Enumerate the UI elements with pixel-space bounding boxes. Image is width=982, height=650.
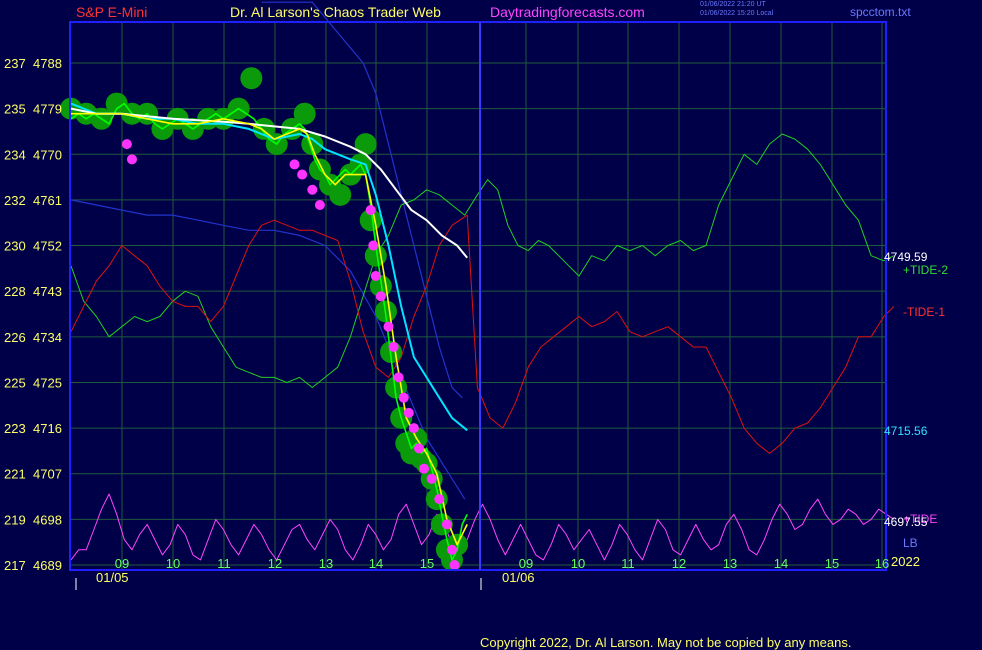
tide1-label: -TIDE-1 <box>903 305 945 319</box>
green-marker <box>293 102 316 125</box>
magenta-marker <box>393 372 404 383</box>
y-label-left: 223 <box>4 421 26 436</box>
y-label-left: 221 <box>4 467 26 482</box>
y-label-right: 4707 <box>33 467 62 482</box>
magenta-marker <box>426 473 437 484</box>
y-label-left: 217 <box>4 558 26 573</box>
y-label-right: 4788 <box>33 56 62 71</box>
y-label-left: 228 <box>4 284 26 299</box>
y-label-left: 226 <box>4 330 26 345</box>
magenta-marker <box>370 270 381 281</box>
green-marker <box>329 183 352 206</box>
y-label-right: 4716 <box>33 421 62 436</box>
magenta-marker <box>413 443 424 454</box>
x-hour-label: 10 <box>571 556 585 571</box>
y-label-left: 219 <box>4 512 26 527</box>
magenta-marker <box>449 560 460 570</box>
magenta-marker <box>383 321 394 332</box>
chart-background <box>0 0 982 650</box>
magenta-marker <box>388 341 399 352</box>
y-label-left: 237 <box>4 56 26 71</box>
ma-mid-label: 4715.56 <box>884 424 928 438</box>
magenta-marker <box>447 544 457 555</box>
green-marker <box>354 133 377 156</box>
magenta-marker <box>375 291 386 302</box>
x-hour-label: 14 <box>369 556 383 571</box>
last-price-label: 4749.59 <box>884 250 928 264</box>
chart: 237 4788 235 4779 234 4770 232 4761 230 4752 228 47… <box>0 0 982 650</box>
magenta-marker <box>419 463 430 474</box>
file-label: spcctom.txt <box>850 5 911 19</box>
date-label: 01/05 <box>96 570 129 585</box>
y-label-left: 234 <box>4 147 26 162</box>
x-hour-label: 11 <box>621 556 635 571</box>
y-label-right: 4734 <box>33 330 62 345</box>
magenta-marker <box>121 139 132 150</box>
copyright: Copyright 2022, Dr. Al Larson. May not b… <box>480 635 852 650</box>
time-ut: 01/06/2022 21:20 UT <box>700 1 766 8</box>
y-label-right: 4752 <box>33 239 62 254</box>
y-label-right: 4761 <box>33 193 62 208</box>
y-label-right: 4743 <box>33 284 62 299</box>
y-label-left: 235 <box>4 102 26 117</box>
magenta-marker <box>403 407 414 418</box>
magenta-marker <box>368 240 379 251</box>
y-label-right: 4689 <box>33 558 62 573</box>
ma-fast-label: 4697.55 <box>884 515 928 529</box>
magenta-marker <box>408 423 419 434</box>
magenta-marker <box>365 205 376 216</box>
y-label-right: 4779 <box>33 102 62 117</box>
x-hour-label: 12 <box>268 556 282 571</box>
x-hour-label: 15 <box>420 556 434 571</box>
y-label-left: 232 <box>4 193 26 208</box>
site-link[interactable]: Daytradingforecasts.com <box>490 4 645 20</box>
y-label-left: 230 <box>4 239 26 254</box>
magenta-marker <box>297 169 308 180</box>
y-label-right: 4725 <box>33 375 62 390</box>
date-label: 01/06 <box>502 570 535 585</box>
x-hour-label: 14 <box>774 556 788 571</box>
magenta-marker <box>126 154 137 165</box>
y-label-right: 4698 <box>33 512 62 527</box>
magenta-marker <box>314 199 325 210</box>
x-hour-label: 15 <box>825 556 839 571</box>
magenta-marker <box>398 392 409 403</box>
chart-title: Dr. Al Larson's Chaos Trader Web <box>230 4 441 20</box>
x-hour-label: 16 <box>875 556 889 571</box>
symbol-label: S&P E-Mini <box>76 4 148 20</box>
x-hour-label: 12 <box>672 556 686 571</box>
magenta-marker <box>307 184 318 195</box>
x-hour-label: 13 <box>723 556 737 571</box>
year-label: 2022 <box>891 554 920 569</box>
magenta-marker <box>441 519 452 530</box>
y-label-right: 4770 <box>33 147 62 162</box>
magenta-marker <box>434 494 445 505</box>
lb-label: LB <box>903 536 918 550</box>
magenta-marker <box>289 159 300 170</box>
x-hour-label: 13 <box>319 556 333 571</box>
green-marker <box>240 67 263 90</box>
x-hour-label: 09 <box>519 556 533 571</box>
x-hour-label: 10 <box>166 556 180 571</box>
time-local: 01/06/2022 15:20 Local <box>700 10 774 17</box>
x-hour-label: 11 <box>217 556 231 571</box>
x-hour-label: 09 <box>115 556 129 571</box>
tide2-label: +TIDE-2 <box>903 263 948 277</box>
y-label-left: 225 <box>4 375 26 390</box>
